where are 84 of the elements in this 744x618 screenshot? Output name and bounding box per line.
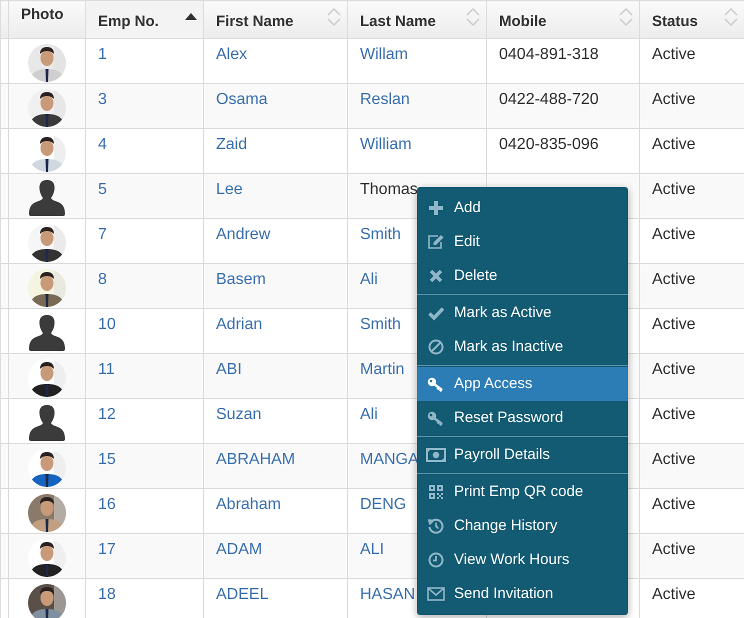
column-header[interactable]: Mobile [486,0,640,38]
last-name-link[interactable]: Ali [360,271,378,288]
first-name-link[interactable]: ABI [216,361,242,378]
mobile-number: 0404-891-318 [499,46,599,63]
last-name-link[interactable]: Martin [360,361,404,378]
status-text: Active [652,361,696,378]
employee-number-link[interactable]: 5 [98,181,107,198]
employee-number-link[interactable]: 8 [98,271,107,288]
last-name-link[interactable]: Ali [360,406,378,423]
checkmark-icon [428,305,444,321]
menu-item[interactable]: View Work Hours [417,543,628,577]
first-name-link[interactable]: Adrian [216,316,262,333]
last-name-link[interactable]: Smith [360,226,401,243]
first-name-link[interactable]: ADAM [216,541,262,558]
employee-number-link[interactable]: 15 [98,451,116,468]
key-icon [427,376,445,392]
last-name-link[interactable]: MANGA [360,451,419,468]
first-name-link[interactable]: Basem [216,271,266,288]
last-name-link[interactable]: DENG [360,496,406,513]
status-text: Active [652,226,696,243]
status-text: Active [652,316,696,333]
first-name-link[interactable]: Abraham [216,496,281,513]
last-name-link[interactable]: William [360,136,412,153]
last-name-link[interactable]: HASAN [360,586,416,603]
ban-icon [428,339,444,355]
employee-number-link[interactable]: 18 [98,586,116,603]
last-name-link[interactable]: Thomas [360,181,418,198]
first-name-link[interactable]: Andrew [216,226,270,243]
column-header[interactable]: First Name [204,0,348,38]
plus-icon [428,200,444,216]
clock-icon [428,552,444,568]
last-name-link[interactable]: Smith [360,316,401,333]
first-name-link[interactable]: Lee [216,181,243,198]
status-text: Active [652,586,696,603]
menu-item[interactable]: Delete [417,259,628,293]
status-text: Active [652,496,696,513]
first-name-link[interactable]: Osama [216,91,268,108]
first-name-link[interactable]: Suzan [216,406,262,423]
status-text: Active [652,46,696,63]
status-text: Active [652,541,696,558]
employee-number-link[interactable]: 16 [98,496,116,513]
employee-number-link[interactable]: 7 [98,226,107,243]
first-name-link[interactable]: Zaid [216,136,248,153]
employee-number-link[interactable]: 3 [98,91,107,108]
status-text: Active [652,181,696,198]
history-icon [428,518,444,534]
employee-number-link[interactable]: 11 [98,361,115,378]
envelope-icon [427,587,445,601]
menu-item[interactable]: Print Emp QR code [417,475,628,509]
last-name-link[interactable]: ALI [360,541,384,558]
menu-item[interactable]: Reset Password [417,401,628,435]
key-icon [427,410,445,426]
employee-number-link[interactable]: 4 [98,136,107,153]
employee-number-link[interactable]: 12 [98,406,116,423]
first-name-link[interactable]: ADEEL [216,586,268,603]
status-text: Active [652,91,696,108]
menu-item[interactable]: Add [417,191,628,225]
status-text: Active [652,406,696,423]
close-icon [428,268,444,284]
status-text: Active [652,136,696,153]
mobile-number: 0422-488-720 [499,91,599,108]
menu-item[interactable]: Send Invitation [417,577,628,611]
employee-number-link[interactable]: 1 [98,46,107,63]
employee-number-link[interactable]: 17 [98,541,116,558]
last-name-link[interactable]: Willam [360,46,408,63]
menu-item[interactable]: Change History [417,509,628,543]
edit-icon [427,234,445,250]
menu-item[interactable]: Edit [417,225,628,259]
last-name-link[interactable]: Reslan [360,91,410,108]
column-header[interactable]: Status [640,0,744,38]
employee-number-link[interactable]: 10 [98,316,116,333]
column-header[interactable]: Last Name [348,0,486,38]
first-name-link[interactable]: Alex [216,46,248,63]
status-text: Active [652,271,696,288]
banknote-icon [426,448,446,462]
menu-item[interactable]: App Access [417,367,628,401]
column-header[interactable]: Photo [8,0,86,38]
column-header[interactable]: Emp No. [86,0,204,38]
menu-item[interactable]: Mark as Active [417,296,628,330]
qr-code-icon [428,484,444,500]
menu-item[interactable]: Mark as Inactive [417,330,628,364]
status-text: Active [652,451,696,468]
menu-item[interactable]: Payroll Details [417,438,628,472]
mobile-number: 0420-835-096 [499,136,599,153]
